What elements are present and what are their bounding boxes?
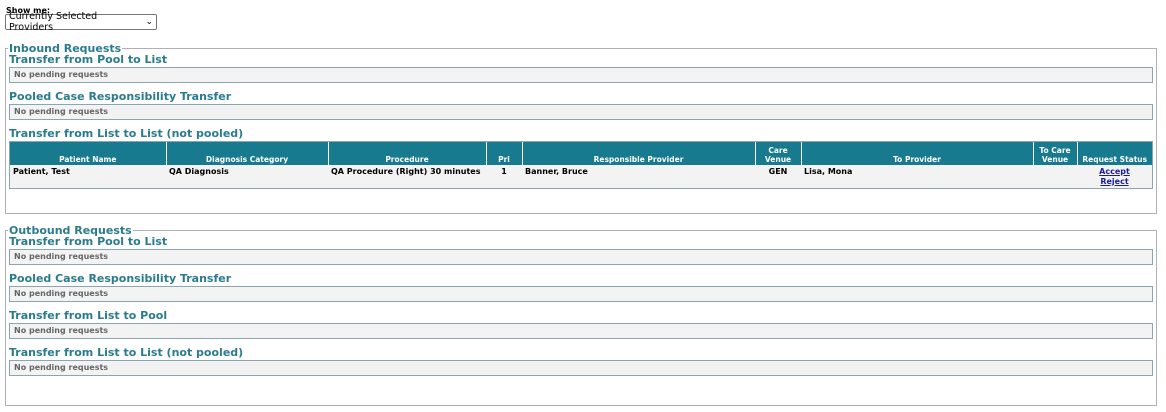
pending-status: No pending requests xyxy=(9,360,1153,376)
request-table: Patient Name Diagnosis Category Procedur… xyxy=(10,142,1152,188)
section-title: Pooled Case Responsibility Transfer xyxy=(9,90,232,103)
request-table-wrapper: Patient Name Diagnosis Category Procedur… xyxy=(9,141,1153,189)
cell-responsible-provider: Banner, Bruce xyxy=(525,167,588,176)
col-header-to-care-venue[interactable]: To Care Venue xyxy=(1033,142,1078,165)
table-row: Patient, Test QA Diagnosis QA Procedure … xyxy=(10,165,1152,188)
col-header-care-venue[interactable]: Care Venue xyxy=(755,142,802,165)
pending-status: No pending requests xyxy=(9,67,1153,83)
col-header-patient-name[interactable]: Patient Name xyxy=(10,142,167,165)
show-me-selected-value: Currently Selected Providers xyxy=(9,11,98,33)
section-title: Transfer from Pool to List xyxy=(9,235,168,248)
cell-pri: 1 xyxy=(501,167,507,176)
cell-to-care-venue xyxy=(1033,165,1077,188)
inbound-pooled-case-section: Pooled Case Responsibility Transfer No p… xyxy=(9,89,1153,120)
cell-procedure: QA Procedure (Right) 30 minutes xyxy=(331,167,481,176)
outbound-list-to-pool-section: Transfer from List to Pool No pending re… xyxy=(9,308,1153,339)
col-header-pri[interactable]: Pri xyxy=(486,142,523,165)
chevron-down-icon: ⌄ xyxy=(145,17,153,27)
inbound-pool-to-list-section: Transfer from Pool to List No pending re… xyxy=(9,52,1153,83)
section-title: Transfer from List to List (not pooled) xyxy=(9,127,244,140)
cell-care-venue: GEN xyxy=(768,167,788,176)
section-title: Transfer from Pool to List xyxy=(9,53,168,66)
cell-to-provider: Lisa, Mona xyxy=(804,167,853,176)
table-header-row: Patient Name Diagnosis Category Procedur… xyxy=(10,142,1152,165)
pending-status: No pending requests xyxy=(9,286,1153,302)
accept-link[interactable]: Accept xyxy=(1080,167,1149,177)
inbound-requests-group: Inbound Requests Transfer from Pool to L… xyxy=(5,42,1157,214)
cell-request-status: Accept Reject xyxy=(1077,165,1152,188)
cell-patient-name: Patient, Test xyxy=(13,167,70,176)
inbound-list-to-list-section: Transfer from List to List (not pooled) … xyxy=(9,126,1153,189)
pending-status: No pending requests xyxy=(9,249,1153,265)
col-header-request-status[interactable]: Request Status xyxy=(1077,142,1152,165)
reject-link[interactable]: Reject xyxy=(1080,177,1149,187)
pending-status: No pending requests xyxy=(9,104,1153,120)
page: Show me: Currently Selected Providers ⌄ … xyxy=(0,0,1166,412)
outbound-requests-group: Outbound Requests Transfer from Pool to … xyxy=(5,224,1157,406)
outbound-pooled-case-section: Pooled Case Responsibility Transfer No p… xyxy=(9,271,1153,302)
show-me-select[interactable]: Currently Selected Providers ⌄ xyxy=(5,11,157,33)
col-header-procedure[interactable]: Procedure xyxy=(328,142,487,165)
cell-diagnosis-category: QA Diagnosis xyxy=(169,167,229,176)
col-header-diagnosis-category[interactable]: Diagnosis Category xyxy=(166,142,329,165)
outbound-pool-to-list-section: Transfer from Pool to List No pending re… xyxy=(9,234,1153,265)
outbound-list-to-list-section: Transfer from List to List (not pooled) … xyxy=(9,345,1153,376)
section-title: Pooled Case Responsibility Transfer xyxy=(9,272,232,285)
section-title: Transfer from List to Pool xyxy=(9,309,168,322)
pending-status: No pending requests xyxy=(9,323,1153,339)
col-header-responsible-provider[interactable]: Responsible Provider xyxy=(522,142,756,165)
col-header-to-provider[interactable]: To Provider xyxy=(801,142,1034,165)
section-title: Transfer from List to List (not pooled) xyxy=(9,346,244,359)
